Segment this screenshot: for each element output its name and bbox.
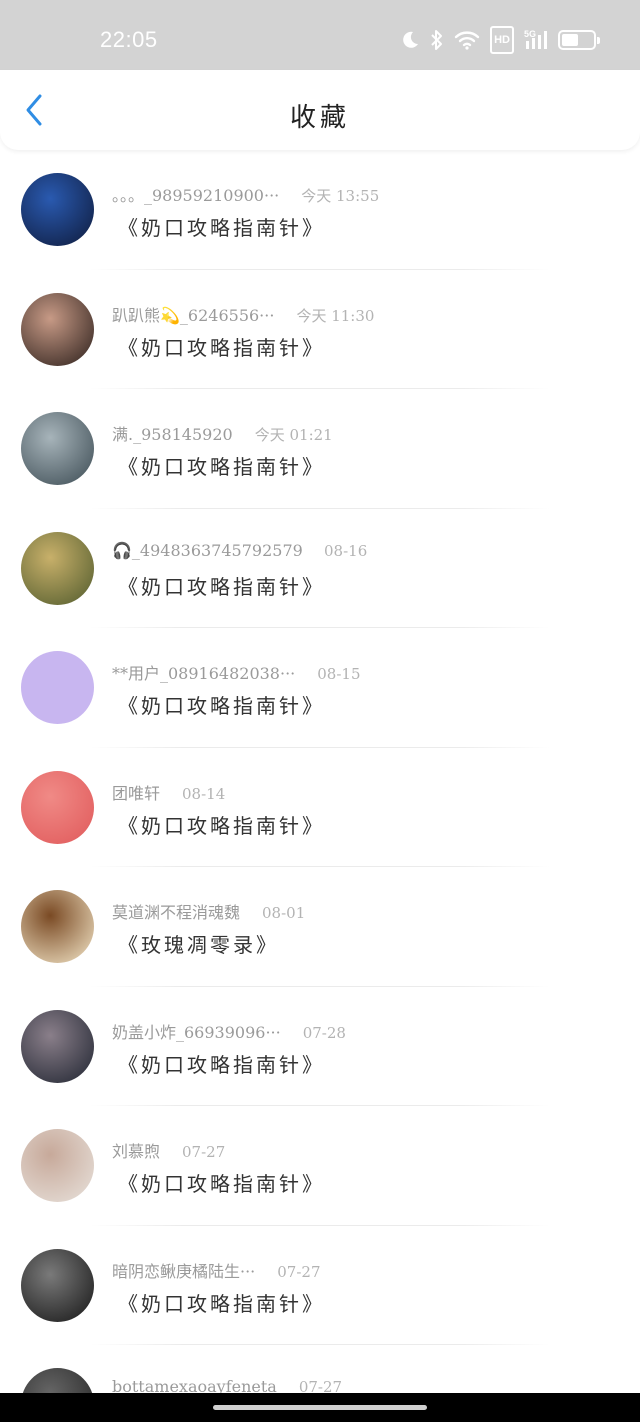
item-meta: 刘慕煦 07-27 (112, 1138, 225, 1162)
username: 团唯轩 (112, 783, 161, 803)
avatar[interactable] (21, 770, 94, 844)
item-meta: 🎧_494836374579257966 08-16 (112, 541, 367, 560)
gesture-bar (0, 1393, 640, 1422)
avatar[interactable] (21, 651, 94, 724)
timestamp: 08-01 (262, 904, 306, 922)
book-title[interactable]: 《奶口攻略指南针》 (118, 1049, 325, 1078)
list-item[interactable]: 刘慕煦 07-27 《奶口攻略指南针》 (0, 1106, 640, 1226)
page-title: 收藏 (289, 103, 350, 133)
item-meta: 奶盖小炸_66939096··· 07-28 (112, 1019, 346, 1043)
list-item[interactable]: 🎧_494836374579257966 08-16 《奶口攻略指南针》 (0, 509, 640, 628)
book-title[interactable]: 《奶口攻略指南针》 (118, 810, 325, 839)
timestamp: 08-14 (182, 784, 226, 803)
network-label: 5G (524, 29, 536, 39)
username: 莫道渊不程消魂魏 (112, 903, 241, 922)
username: 满._958145920 (112, 425, 233, 444)
username: 奶盖小炸_66939096··· (112, 1022, 281, 1042)
moon-icon (400, 26, 420, 54)
battery-icon (558, 26, 600, 54)
avatar[interactable] (21, 531, 94, 605)
wifi-icon (454, 26, 480, 54)
item-meta: 满._958145920 今天 01:21 (112, 421, 333, 445)
timestamp: 08-15 (317, 665, 361, 683)
home-indicator[interactable] (213, 1405, 427, 1410)
item-meta: 趴趴熊💫_6246556··· 今天 11:30 (112, 302, 374, 326)
avatar[interactable] (21, 1009, 94, 1083)
username: 🎧_494836374579257966 (112, 540, 302, 560)
timestamp: 今天 13:55 (301, 187, 380, 205)
item-meta: 暗阴恋鳅庚橘陆生··· 07-27 (112, 1258, 321, 1282)
avatar[interactable] (21, 1248, 94, 1322)
status-icons: HD 5G (400, 26, 600, 54)
timestamp: 07-27 (277, 1262, 321, 1281)
status-time: 22:05 (100, 27, 158, 52)
list-item[interactable]: 趴趴熊💫_6246556··· 今天 11:30 《奶口攻略指南针》 (0, 270, 640, 389)
avatar[interactable] (21, 890, 94, 963)
list-item[interactable]: 莫道渊不程消魂魏 08-01 《玫瑰凋零录》 (0, 867, 640, 987)
username: 刘慕煦 (112, 1142, 161, 1161)
book-title[interactable]: 《奶口攻略指南针》 (118, 451, 325, 480)
avatar[interactable] (21, 412, 94, 485)
list-item[interactable]: 满._958145920 今天 01:21 《奶口攻略指南针》 (0, 389, 640, 509)
list-item[interactable]: 团唯轩 08-14 《奶口攻略指南针》 (0, 748, 640, 867)
book-title[interactable]: 《奶口攻略指南针》 (118, 571, 325, 600)
list-item[interactable]: 暗阴恋鳅庚橘陆生··· 07-27 《奶口攻略指南针》 (0, 1226, 640, 1345)
book-title[interactable]: 《奶口攻略指南针》 (118, 332, 325, 361)
avatar[interactable] (21, 1129, 94, 1202)
favorites-list: 。。。_98959210900··· 今天 13:55 《奶口攻略指南针》 趴趴熊💫_… (0, 150, 640, 1422)
avatar[interactable] (21, 292, 94, 366)
item-meta: 莫道渊不程消魂魏 08-01 (112, 899, 305, 923)
nav-bar: 收藏 (0, 70, 640, 150)
book-title[interactable]: 《奶口攻略指南针》 (118, 1168, 325, 1197)
username: 。。。_98959210900··· (112, 186, 280, 205)
battery (558, 30, 600, 50)
book-title[interactable]: 《奶口攻略指南针》 (118, 690, 325, 719)
list-item[interactable]: 奶盖小炸_66939096··· 07-28 《奶口攻略指南针》 (0, 987, 640, 1106)
username: 暗阴恋鳅庚橘陆生··· (112, 1261, 256, 1281)
book-title[interactable]: 《奶口攻略指南针》 (118, 1288, 325, 1317)
hd-icon: HD (490, 26, 514, 54)
battery-level (562, 34, 579, 46)
item-meta: 。。。_98959210900··· 今天 13:55 (112, 182, 379, 206)
timestamp: 今天 11:30 (296, 306, 375, 325)
list-item[interactable]: 。。。_98959210900··· 今天 13:55 《奶口攻略指南针》 (0, 150, 640, 270)
book-title[interactable]: 《奶口攻略指南针》 (118, 212, 325, 241)
avatar[interactable] (21, 173, 94, 246)
timestamp: 今天 01:21 (254, 426, 333, 444)
timestamp: 08-16 (324, 541, 368, 560)
book-title[interactable]: 《玫瑰凋零录》 (118, 929, 279, 958)
timestamp: 07-28 (302, 1023, 346, 1042)
timestamp: 07-27 (182, 1143, 226, 1161)
item-meta: **用户_08916482038··· 08-15 (112, 660, 361, 684)
username: **用户_08916482038··· (112, 664, 296, 683)
list-item[interactable]: **用户_08916482038··· 08-15 《奶口攻略指南针》 (0, 628, 640, 748)
status-bar: 22:05 HD 5G (0, 0, 640, 70)
bluetooth-icon (430, 26, 444, 54)
item-meta: 团唯轩 08-14 (112, 780, 225, 804)
5g-signal-icon: 5G (524, 26, 548, 54)
username: 趴趴熊💫_6246556··· (112, 305, 275, 325)
